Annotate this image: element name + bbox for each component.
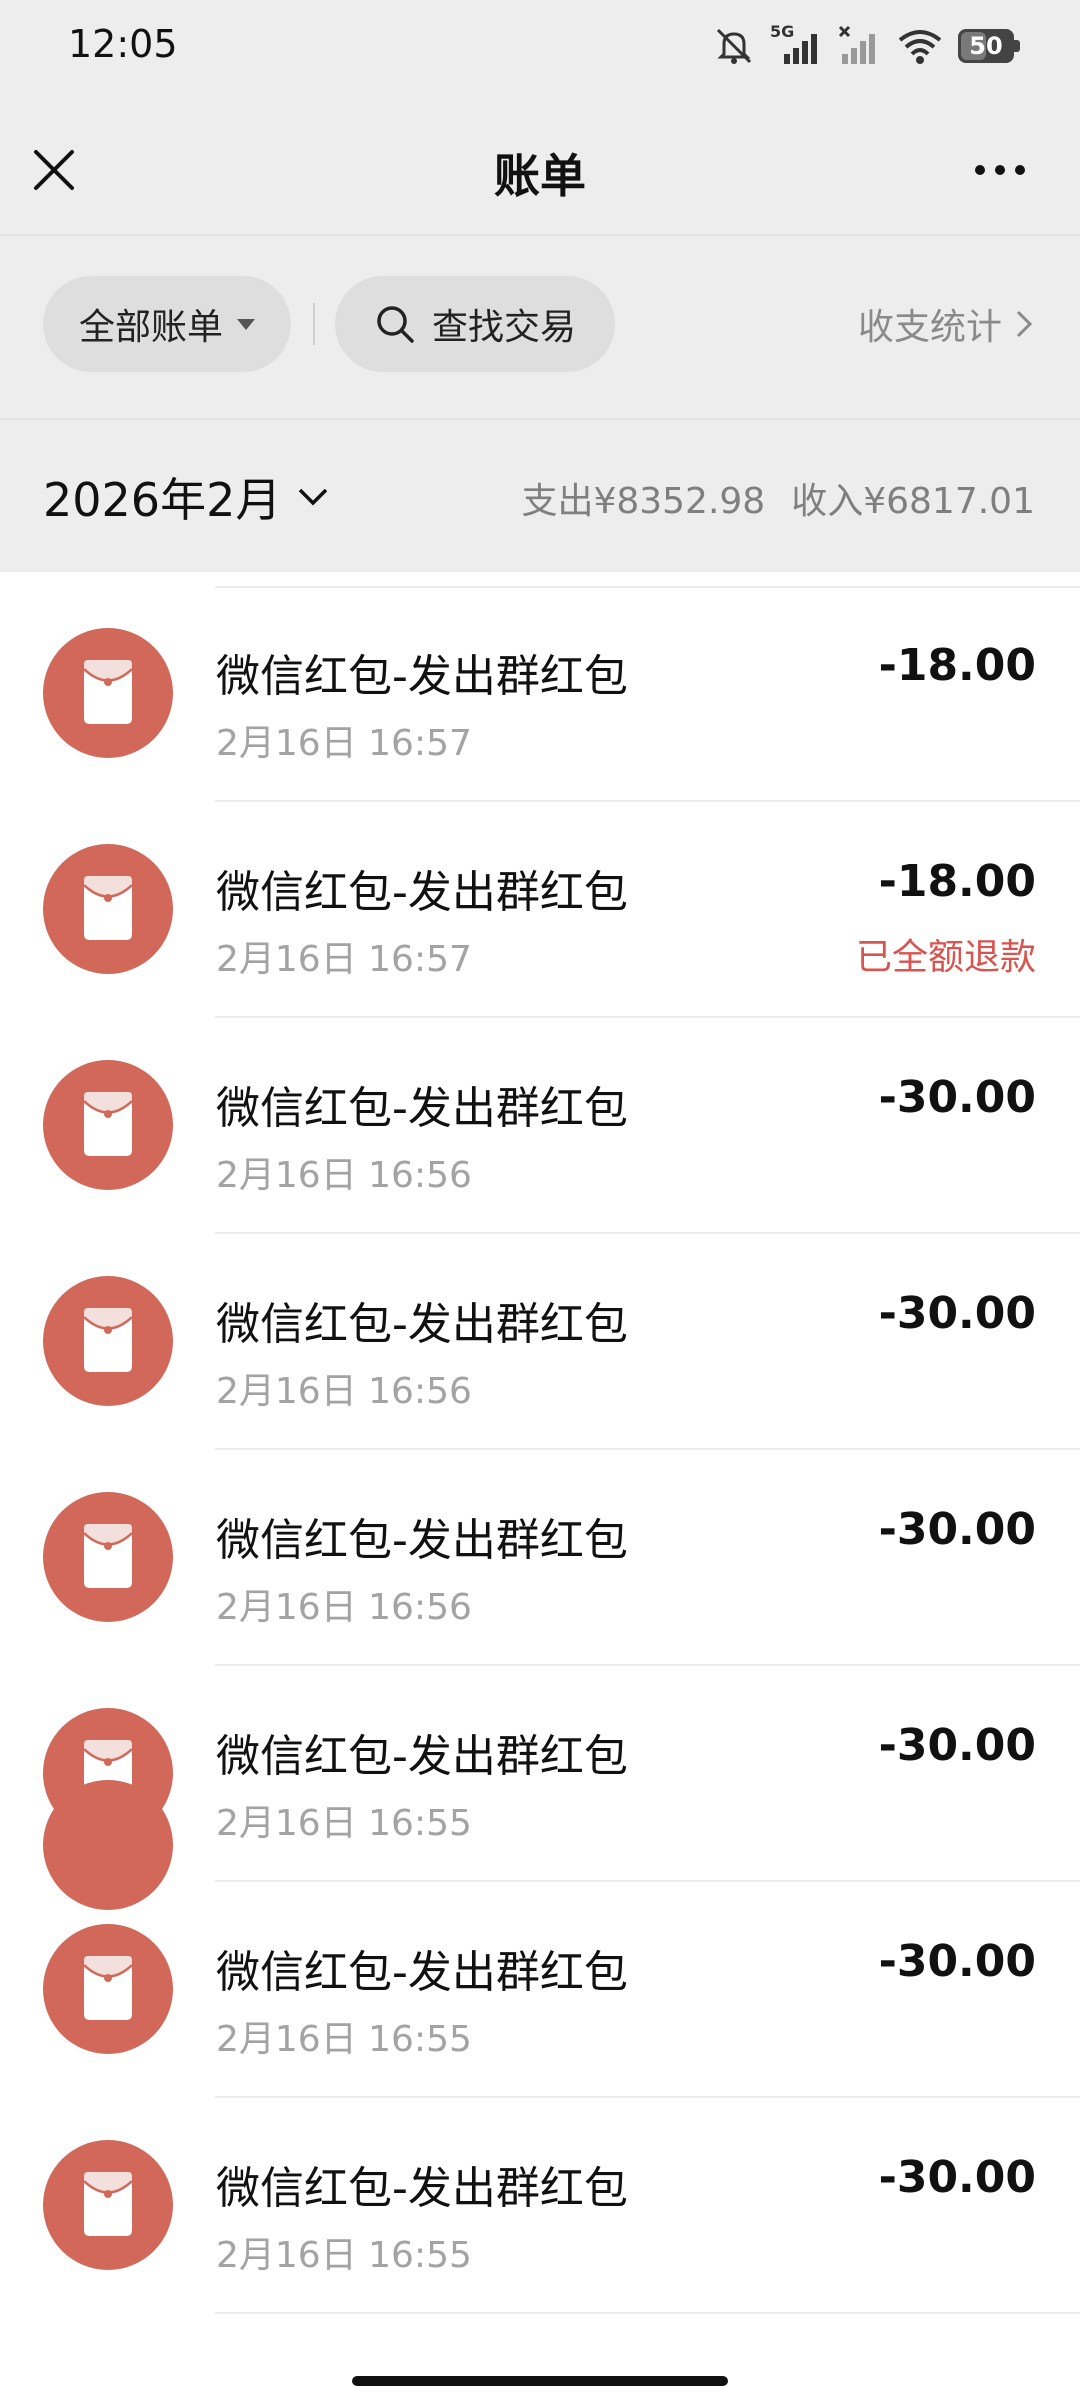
transaction-amount: -18.00	[878, 640, 1036, 691]
transaction-row[interactable]: 微信红包-发出群红包 2月16日 16:55 -30.00	[0, 2098, 1080, 2314]
battery-percent: 50	[969, 32, 1003, 60]
battery-icon: 50	[958, 29, 1020, 63]
transaction-amount: -18.00	[878, 856, 1036, 907]
wifi-icon	[896, 24, 944, 68]
transaction-row[interactable]: 微信红包-发出群红包 2月16日 16:57 -18.00	[0, 586, 1080, 802]
nav-bar: 账单	[0, 110, 1080, 230]
filter-bar: 全部账单 查找交易 收支统计	[0, 276, 1080, 374]
red-packet-icon	[43, 844, 173, 974]
red-packet-icon	[43, 1492, 173, 1622]
red-packet-icon	[43, 1276, 173, 1406]
transaction-time: 2月16日 16:56	[216, 1155, 472, 1196]
transaction-time: 2月16日 16:55	[216, 1803, 472, 1844]
stats-link[interactable]: 收支统计	[858, 276, 1034, 372]
month-summary: 支出¥8352.98 收入¥6817.01	[521, 472, 1035, 524]
red-packet-icon	[43, 1780, 173, 1910]
more-button[interactable]	[960, 138, 1040, 202]
red-packet-icon	[43, 1924, 173, 2054]
transaction-time: 2月16日 16:57	[216, 939, 472, 980]
transaction-title: 微信红包-发出群红包	[216, 1299, 628, 1350]
status-time: 12:05	[68, 22, 178, 66]
transaction-title: 微信红包-发出群红包	[216, 1515, 628, 1566]
transaction-title: 微信红包-发出群红包	[216, 651, 628, 702]
search-icon	[377, 306, 414, 343]
month-label: 2026年2月	[43, 473, 282, 527]
transaction-title: 微信红包-发出群红包	[216, 867, 628, 918]
month-selector[interactable]: 2026年2月	[43, 464, 329, 530]
transaction-row[interactable]: 微信红包-发出群红包 2月16日 16:57 -18.00 已全额退款	[0, 802, 1080, 1018]
transaction-title: 微信红包-发出群红包	[216, 2163, 628, 2214]
transaction-amount: -30.00	[878, 1288, 1036, 1339]
caret-down-icon	[237, 318, 255, 330]
transaction-time: 2月16日 16:56	[216, 1371, 472, 1412]
transaction-time: 2月16日 16:57	[216, 723, 472, 764]
mute-icon	[712, 24, 756, 68]
transaction-amount: -30.00	[878, 1936, 1036, 1987]
transaction-amount: -30.00	[878, 1072, 1036, 1123]
more-icon	[975, 165, 985, 175]
transaction-row[interactable]: 微信红包-发出群红包 2月16日 16:55 -30.00	[0, 1882, 1080, 2098]
transaction-time: 2月16日 16:55	[216, 2235, 472, 2276]
signal-no-sim-icon	[836, 24, 882, 68]
month-header: 2026年2月 支出¥8352.98 收入¥6817.01	[0, 420, 1080, 572]
search-transactions-button[interactable]: 查找交易	[335, 276, 615, 372]
status-bar: 12:05 5G 50	[0, 0, 1080, 90]
red-packet-icon	[43, 1060, 173, 1190]
transaction-amount: -30.00	[878, 1720, 1036, 1771]
transaction-row[interactable]: 微信红包-发出群红包 2月16日 16:56 -30.00	[0, 1018, 1080, 1234]
transaction-row[interactable]: 微信红包-发出群红包 2月16日 16:56 -30.00	[0, 1234, 1080, 1450]
transaction-time: 2月16日 16:55	[216, 2019, 472, 2060]
nav-divider	[0, 234, 1080, 236]
transaction-title: 微信红包-发出群红包	[216, 1947, 628, 1998]
search-label: 查找交易	[431, 307, 576, 348]
signal-5g-icon: 5G	[770, 22, 822, 68]
filter-separator	[313, 303, 315, 345]
transaction-row[interactable]: 微信红包-发出群红包 2月16日 16:56 -30.00	[0, 1450, 1080, 1666]
all-bills-filter[interactable]: 全部账单	[43, 276, 291, 372]
stats-label: 收支统计	[857, 307, 1002, 348]
chevron-right-icon	[1016, 310, 1033, 338]
red-packet-icon	[43, 628, 173, 758]
chevron-down-icon	[299, 488, 328, 506]
row-divider	[215, 2312, 1080, 2314]
refund-status: 已全额退款	[855, 937, 1036, 978]
transaction-title: 微信红包-发出群红包	[216, 1083, 628, 1134]
expense-total: 支出¥8352.98	[521, 481, 766, 522]
transaction-time: 2月16日 16:56	[216, 1587, 472, 1628]
red-packet-icon	[43, 2140, 173, 2270]
transaction-amount: -30.00	[878, 1504, 1036, 1555]
income-total: 收入¥6817.01	[791, 481, 1035, 522]
transaction-list[interactable]: 微信红包-发出群红包 2月16日 16:57 -18.00 微信红包-发出群红包 2月1…	[0, 572, 1080, 2400]
all-bills-label: 全部账单	[78, 307, 223, 348]
status-icons: 5G 50	[712, 22, 1020, 70]
transaction-amount: -30.00	[878, 2152, 1036, 2203]
transaction-title: 微信红包-发出群红包	[216, 1731, 628, 1782]
home-indicator[interactable]	[352, 2376, 728, 2386]
page-title: 账单	[494, 149, 586, 203]
